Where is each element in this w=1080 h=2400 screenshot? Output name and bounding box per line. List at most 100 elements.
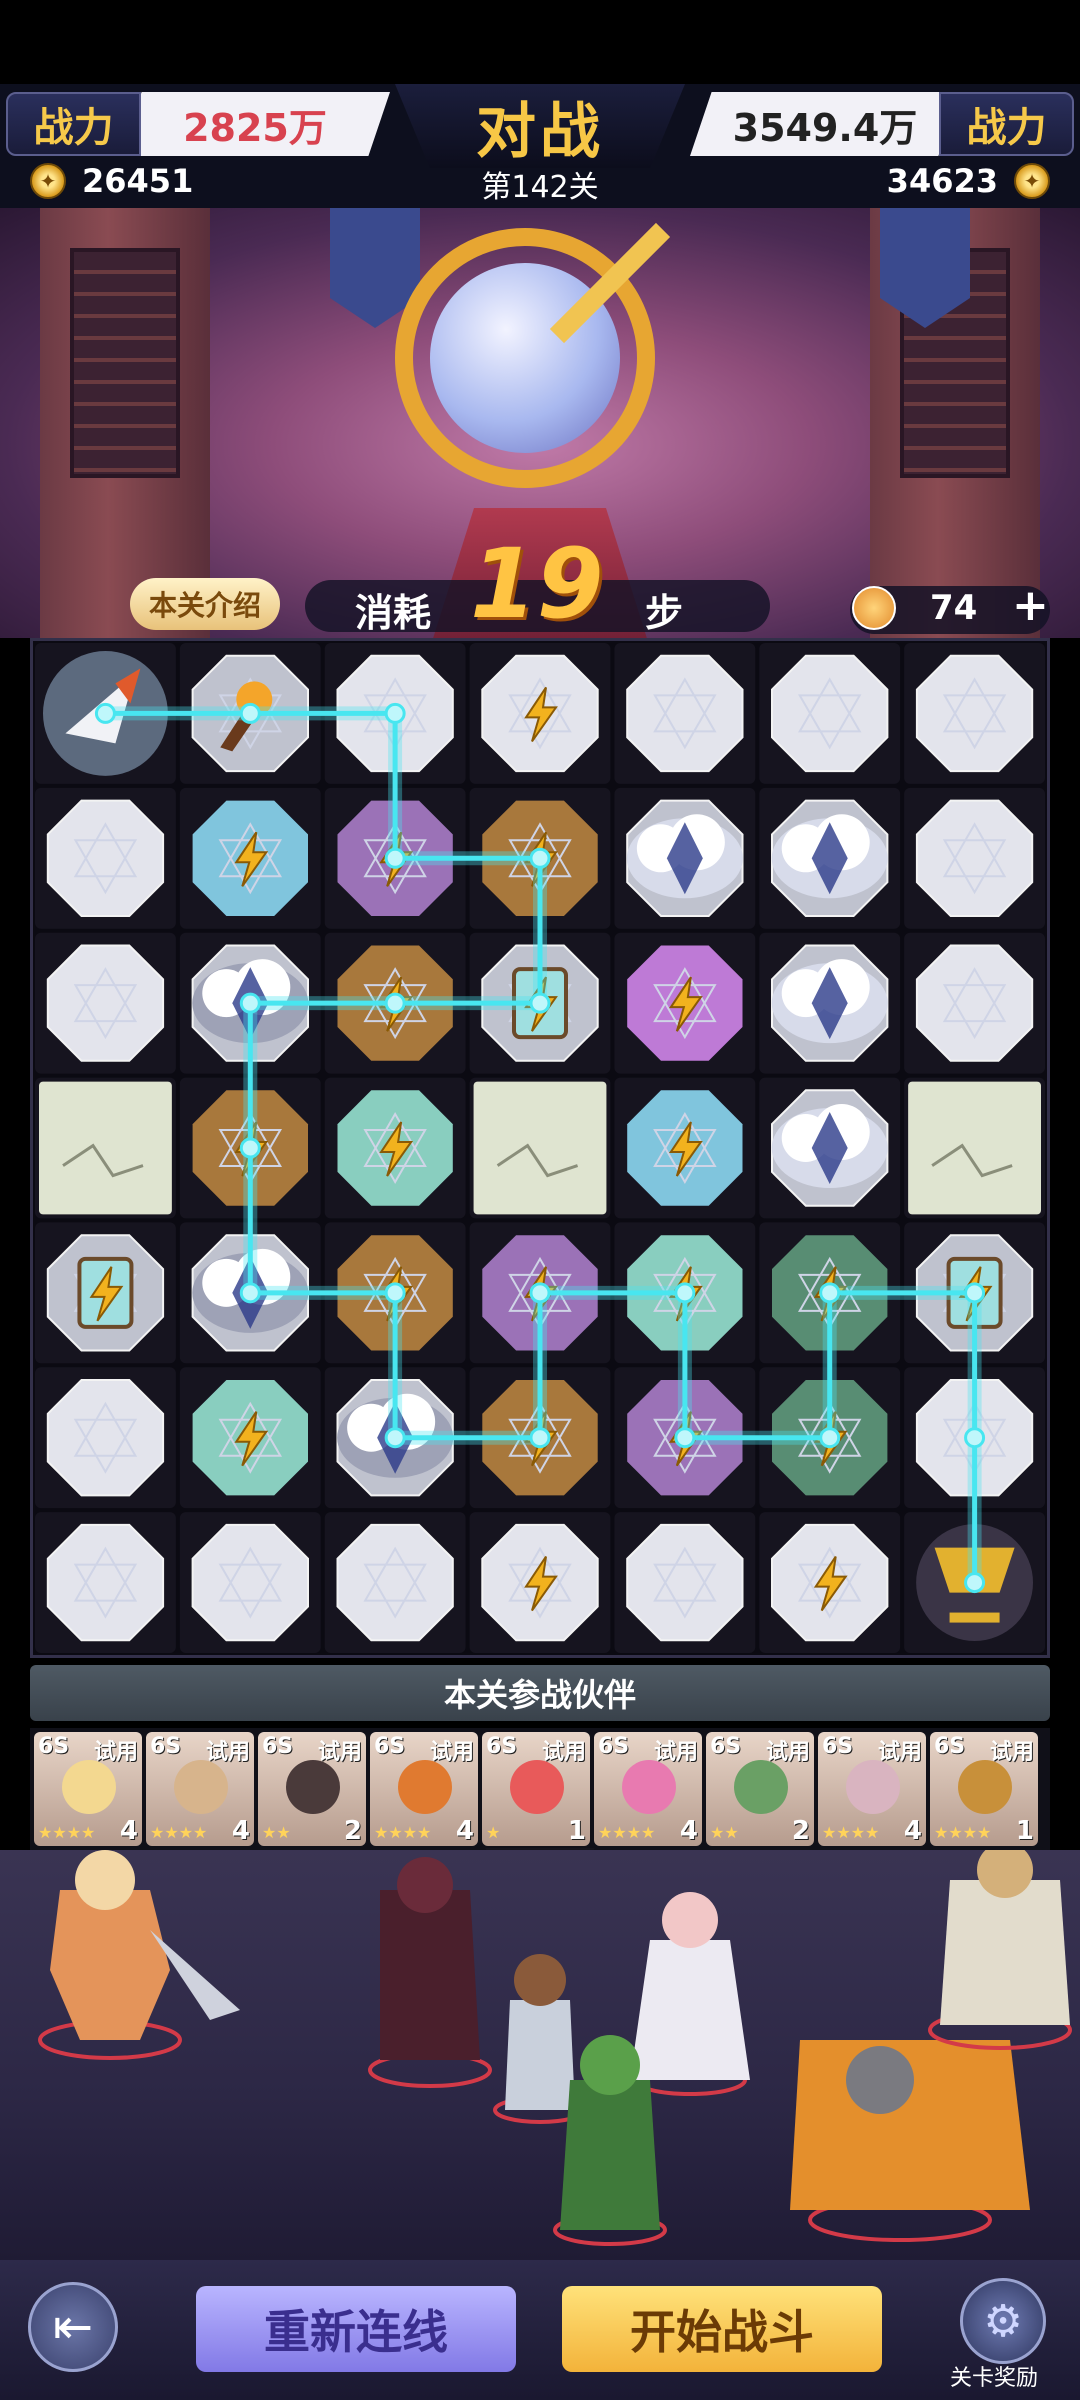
mech-fan	[846, 2046, 914, 2114]
puzzle-board[interactable]	[30, 638, 1050, 1658]
board-canvas[interactable]	[33, 641, 1047, 1655]
character-knight	[380, 1890, 480, 2060]
path-node	[384, 992, 406, 1014]
partner-trial-badge: 试用	[429, 1740, 474, 1765]
partner-portrait	[510, 1760, 564, 1814]
partner-card[interactable]: 6S 试用 ★★★★ 4	[34, 1732, 142, 1846]
gear-medal-icon[interactable]: ⚙	[960, 2278, 1046, 2364]
board-tile-cloud[interactable]	[759, 932, 901, 1074]
start-battle-button[interactable]: 开始战斗	[562, 2286, 882, 2372]
board-tile-cloud[interactable]	[614, 787, 756, 929]
board-tile-bolt-teal[interactable]	[324, 1077, 466, 1219]
board-tile-blank[interactable]	[904, 787, 1045, 929]
octagon-tile	[626, 1523, 744, 1642]
level-intro-button[interactable]: 本关介绍	[130, 578, 280, 630]
partner-card[interactable]: 6S 试用 ★★★★ 1	[930, 1732, 1038, 1846]
board-tile-cracked[interactable]	[35, 1077, 176, 1219]
board-tile-cracked[interactable]	[469, 1077, 611, 1219]
path-node	[94, 702, 116, 724]
board-tile-bottle[interactable]	[35, 1222, 176, 1364]
partner-rank: 6S	[262, 1734, 294, 1759]
partner-card[interactable]: 6S 试用 ★★ 2	[706, 1732, 814, 1846]
board-tile-blank[interactable]	[179, 1512, 321, 1653]
board-tile-bolt[interactable]	[469, 1512, 611, 1653]
partner-list[interactable]: 6S 试用 ★★★★ 4 6S 试用 ★★★★ 4 6S 试用 ★★ 2 6S 试用 ★★★★ 4 6S 试用 ★ 1…	[30, 1728, 1050, 1850]
partner-card[interactable]: 6S 试用 ★★★★ 4	[146, 1732, 254, 1846]
board-tile-cloud[interactable]	[759, 787, 901, 929]
partner-rank: 6S	[934, 1734, 966, 1759]
level-label: 第142关	[481, 170, 599, 205]
player-power-value: 2825万	[120, 92, 390, 156]
octagon-tile	[46, 1379, 165, 1497]
board-tile-cracked[interactable]	[904, 1077, 1045, 1219]
path-node	[239, 992, 261, 1014]
board-tile-bolt[interactable]	[469, 643, 611, 784]
path-node	[529, 847, 551, 869]
board-tile-blank[interactable]	[35, 787, 176, 929]
enemy-coins-value: 34623	[886, 162, 998, 200]
partner-card[interactable]: 6S 试用 ★ 1	[482, 1732, 590, 1846]
octagon-tile	[771, 654, 889, 773]
board-tile-blank[interactable]	[35, 1367, 176, 1509]
partner-rank: 6S	[598, 1734, 630, 1759]
partner-level: 4	[231, 1816, 250, 1846]
player-power-label: 战力	[6, 92, 141, 156]
partner-card[interactable]: 6S 试用 ★★★★ 4	[818, 1732, 926, 1846]
partner-trial-badge: 试用	[765, 1740, 810, 1765]
top-bar: 2825万 3549.4万 战力 战力 对战 ✦ 26451 第142关 346…	[0, 84, 1080, 208]
cracked-stone-icon	[39, 1081, 172, 1215]
board-tile-bolt[interactable]	[759, 1512, 901, 1653]
octagon-tile	[191, 1523, 309, 1642]
add-energy-button[interactable]: +	[1012, 580, 1049, 631]
partner-rank: 6S	[150, 1734, 182, 1759]
partner-portrait	[398, 1760, 452, 1814]
partner-card[interactable]: 6S 试用 ★★ 2	[258, 1732, 366, 1846]
board-tile-blank[interactable]	[759, 643, 901, 784]
board-tile-blank[interactable]	[614, 1512, 756, 1653]
steps-unit: 步	[645, 591, 684, 635]
battle-title: 对战	[395, 84, 685, 168]
partner-trial-badge: 试用	[93, 1740, 138, 1765]
board-tile-blank[interactable]	[904, 643, 1045, 784]
partner-level: 4	[679, 1816, 698, 1846]
steps-cost-label: 消耗	[355, 591, 432, 635]
octagon-tile	[46, 1523, 165, 1642]
board-tile-bolt-blue[interactable]	[179, 787, 321, 929]
partner-rank: 6S	[710, 1734, 742, 1759]
character-girl	[505, 2000, 575, 2110]
partner-stars: ★★★★	[38, 1823, 96, 1842]
path-node	[964, 1427, 986, 1449]
character-head	[514, 1954, 566, 2006]
board-tile-blank[interactable]	[614, 643, 756, 784]
path-node	[964, 1572, 986, 1594]
board-tile-bolt-violet[interactable]	[614, 932, 756, 1074]
board-tile-bolt-blue[interactable]	[614, 1077, 756, 1219]
star-coin-icon: ✦	[30, 163, 66, 199]
board-tile-blank[interactable]	[324, 1512, 466, 1653]
partner-level: 4	[455, 1816, 474, 1846]
star-coin-icon: ✦	[1014, 163, 1050, 199]
board-tile-blank[interactable]	[35, 932, 176, 1074]
path-node	[384, 1427, 406, 1449]
partner-portrait	[622, 1760, 676, 1814]
trophy-base	[949, 1612, 1000, 1623]
partner-trial-badge: 试用	[653, 1740, 698, 1765]
relink-button[interactable]: 重新连线	[196, 2286, 516, 2372]
level-reward-label[interactable]: 关卡奖励	[950, 2360, 1038, 2392]
character-head	[397, 1857, 453, 1913]
partner-card[interactable]: 6S 试用 ★★★★ 4	[370, 1732, 478, 1846]
path-node	[529, 1427, 551, 1449]
exit-icon[interactable]: ⇤	[28, 2282, 118, 2372]
partner-trial-badge: 试用	[541, 1740, 586, 1765]
partner-portrait	[958, 1760, 1012, 1814]
partner-level: 4	[903, 1816, 922, 1846]
partner-card[interactable]: 6S 试用 ★★★★ 4	[594, 1732, 702, 1846]
board-tile-cloud[interactable]	[759, 1077, 901, 1219]
board-tile-bolt-teal[interactable]	[179, 1367, 321, 1509]
board-tile-blank[interactable]	[904, 932, 1045, 1074]
partner-stars: ★★★★	[822, 1823, 880, 1842]
board-tile-blank[interactable]	[35, 1512, 176, 1653]
character-treant	[560, 2080, 660, 2230]
character-paladin	[940, 1880, 1070, 2025]
partner-level: 1	[567, 1816, 586, 1846]
